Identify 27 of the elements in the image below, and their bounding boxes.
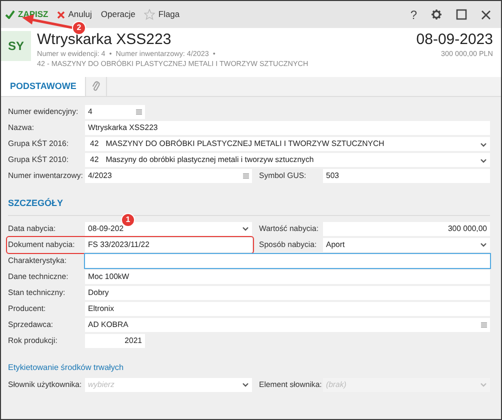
chevron-down-icon [480, 158, 487, 162]
section-heading: SZCZEGÓŁY [8, 197, 490, 216]
help-button[interactable]: ? [410, 8, 417, 20]
list-icon [243, 173, 249, 179]
record-date: 08-09-2023 [416, 31, 493, 49]
chevron-down-icon [480, 242, 487, 247]
chevron-down-icon [480, 142, 487, 146]
list-icon [136, 109, 142, 115]
step-badge: 1 [121, 212, 135, 226]
input-field[interactable] [85, 254, 490, 268]
list-icon [481, 322, 487, 328]
check-icon [5, 10, 15, 19]
avatar: SY [1, 31, 31, 61]
chevron-down-icon [242, 226, 249, 231]
star-icon [144, 9, 156, 20]
close-icon[interactable] [481, 10, 491, 20]
maximize-icon[interactable] [456, 9, 467, 20]
chevron-down-icon [480, 382, 487, 388]
cancel-button[interactable]: Anuluj [57, 8, 92, 21]
settings-icon[interactable] [431, 9, 442, 20]
operations-button[interactable]: Operacje [100, 8, 136, 21]
subsection-heading: Etykietowanie środków trwałych [8, 362, 125, 374]
paperclip-icon [92, 80, 100, 92]
close-icon [57, 10, 66, 18]
tab[interactable]: PODSTAWOWE [1, 77, 86, 96]
chevron-down-icon [242, 382, 249, 388]
flag-button[interactable]: Flaga [144, 8, 180, 21]
